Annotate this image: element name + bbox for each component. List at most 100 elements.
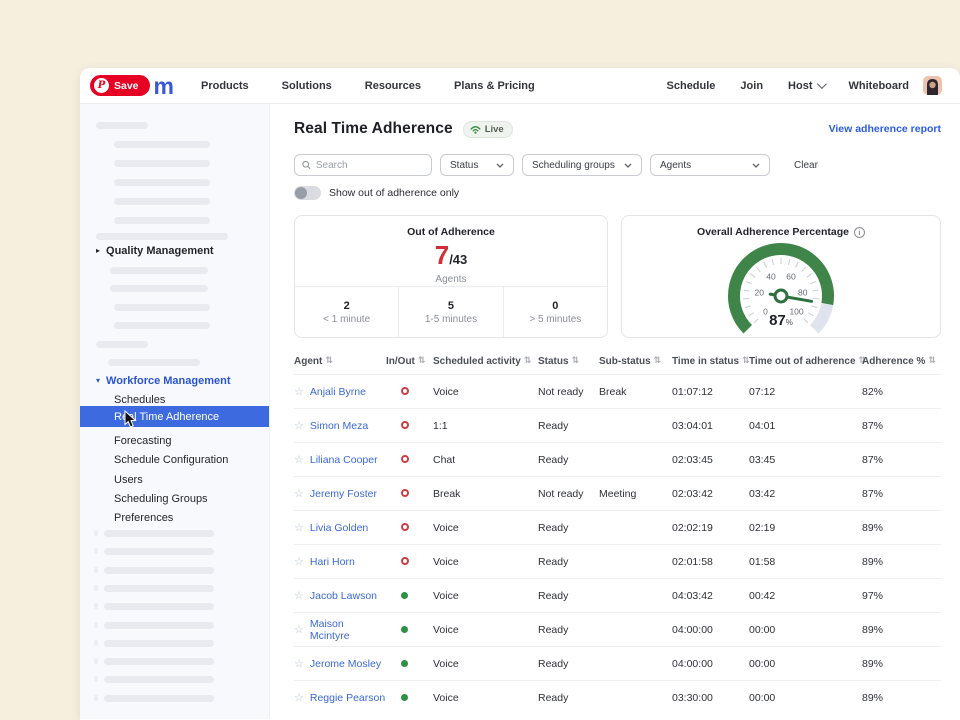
agent-name-link[interactable]: Hari Horn (310, 556, 355, 568)
agent-name-link[interactable]: Maison Mcintyre (310, 618, 386, 642)
time-out-of-adherence-cell: 00:42 (749, 590, 862, 602)
sidebar-item-quality-management[interactable]: ▸ Quality Management (80, 242, 269, 259)
nav-link-join[interactable]: Join (740, 80, 763, 92)
column-header-time-in-status[interactable]: Time in status⇅ (672, 356, 749, 367)
time-out-of-adherence-cell: 00:00 (749, 658, 862, 670)
app-window: P Save m Products Solutions Resources Plans… (80, 68, 960, 720)
sidebar: ▸ Quality Management ▾ Workforce Managem… (80, 104, 270, 719)
sidebar-item-preferences[interactable]: Preferences (80, 509, 269, 526)
nav-link-plans-pricing[interactable]: Plans & Pricing (454, 80, 535, 92)
agent-name-link[interactable]: Anjali Byrne (310, 386, 366, 398)
status-cell: Ready (538, 590, 599, 602)
sidebar-item-users[interactable]: Users (80, 471, 269, 488)
favorite-star-icon[interactable]: ☆ (294, 691, 304, 704)
column-header-in-out[interactable]: In/Out⇅ (386, 356, 433, 367)
skeleton-item (104, 676, 214, 683)
favorite-star-icon[interactable]: ☆ (294, 555, 304, 568)
inout-status-dot-in (401, 626, 408, 633)
scheduled-activity-cell: Voice (433, 624, 538, 636)
nav-link-products[interactable]: Products (201, 80, 249, 92)
agent-name-link[interactable]: Jacob Lawson (310, 590, 377, 602)
status-cell: Ready (538, 522, 599, 534)
inout-status-dot-out (401, 455, 409, 463)
nav-link-host[interactable]: Host (788, 80, 823, 92)
ooa-count: 7 (435, 240, 449, 270)
scheduled-activity-cell: Voice (433, 590, 538, 602)
skeleton-item (104, 567, 214, 574)
inout-status-dot-out (401, 523, 409, 531)
pinterest-save-label: Save (114, 80, 139, 92)
ooa-breakdown-item: 2< 1 minute (295, 287, 398, 337)
nav-link-solutions[interactable]: Solutions (282, 80, 332, 92)
dropdown-agents[interactable]: Agents (650, 154, 770, 176)
dropdown-scheduling-groups[interactable]: Scheduling groups (522, 154, 642, 176)
time-in-status-cell: 03:04:01 (672, 420, 749, 432)
column-header-sub-status[interactable]: Sub-status⇅ (599, 356, 672, 367)
dropdown-status[interactable]: Status (440, 154, 514, 176)
sub-status-cell: Break (599, 386, 672, 398)
scheduled-activity-cell: Voice (433, 556, 538, 568)
inout-status-dot-in (401, 660, 408, 667)
nav-link-schedule[interactable]: Schedule (667, 80, 716, 92)
sub-status-cell: Meeting (599, 488, 672, 500)
column-header-adherence-%[interactable]: Adherence %⇅ (862, 356, 941, 367)
ooa-total: /43 (449, 252, 467, 267)
skeleton-item (110, 285, 208, 292)
favorite-star-icon[interactable]: ☆ (294, 657, 304, 670)
time-in-status-cell: 04:00:00 (672, 624, 749, 636)
favorite-star-icon[interactable]: ☆ (294, 385, 304, 398)
table-row: ☆Jerome MosleyVoiceReady04:00:0000:0089% (294, 646, 941, 680)
favorite-star-icon[interactable]: ☆ (294, 487, 304, 500)
pinterest-save-button[interactable]: P Save (90, 75, 150, 96)
clear-filters-button[interactable]: Clear (794, 160, 818, 171)
time-out-of-adherence-cell: 03:42 (749, 488, 862, 500)
out-of-adherence-toggle[interactable] (294, 186, 321, 200)
search-box[interactable] (294, 154, 432, 176)
search-input[interactable] (316, 160, 424, 171)
monday-logo[interactable]: m (154, 76, 173, 96)
favorite-star-icon[interactable]: ☆ (294, 623, 304, 636)
scheduled-activity-cell: Voice (433, 658, 538, 670)
nav-link-whiteboard[interactable]: Whiteboard (849, 80, 910, 92)
time-out-of-adherence-cell: 00:00 (749, 692, 862, 704)
sidebar-item-workforce-management[interactable]: ▾ Workforce Management (80, 372, 269, 389)
avatar[interactable] (923, 76, 942, 95)
time-out-of-adherence-cell: 02:19 (749, 522, 862, 534)
skeleton-bullet (94, 658, 98, 664)
skeleton-item (108, 359, 200, 366)
nav-link-resources[interactable]: Resources (365, 80, 421, 92)
chevron-down-icon (496, 163, 504, 168)
favorite-star-icon[interactable]: ☆ (294, 419, 304, 432)
chevron-down-icon: ▾ (96, 377, 100, 385)
agent-name-link[interactable]: Liliana Cooper (310, 454, 378, 466)
column-header-status[interactable]: Status⇅ (538, 356, 599, 367)
favorite-star-icon[interactable]: ☆ (294, 521, 304, 534)
ooa-unit: Agents (295, 274, 607, 285)
column-header-agent[interactable]: Agent⇅ (294, 356, 386, 367)
favorite-star-icon[interactable]: ☆ (294, 589, 304, 602)
time-in-status-cell: 02:03:42 (672, 488, 749, 500)
sidebar-item-real-time-adherence[interactable]: Real Time Adherence (80, 406, 269, 427)
sort-icon: ⇅ (654, 356, 662, 366)
skeleton-bullet (94, 603, 98, 609)
agent-name-link[interactable]: Jerome Mosley (310, 658, 381, 670)
agent-name-link[interactable]: Reggie Pearson (310, 692, 385, 704)
skeleton-item (96, 122, 148, 129)
favorite-star-icon[interactable]: ☆ (294, 453, 304, 466)
sort-icon: ⇅ (418, 356, 426, 366)
gauge-tick-label: 20 (755, 288, 765, 298)
chevron-down-icon (752, 163, 760, 168)
column-header-time-out-of-adherence[interactable]: Time out of adherence⇅ (749, 356, 862, 367)
agent-name-link[interactable]: Livia Golden (310, 522, 368, 534)
page-title: Real Time Adherence (294, 120, 453, 138)
adherence-cell: 82% (862, 386, 941, 398)
view-adherence-report-link[interactable]: View adherence report (829, 123, 941, 135)
sidebar-item-scheduling-groups[interactable]: Scheduling Groups (80, 490, 269, 507)
agent-name-link[interactable]: Simon Meza (310, 420, 368, 432)
sidebar-item-schedule-configuration[interactable]: Schedule Configuration (80, 451, 269, 468)
adherence-cell: 89% (862, 692, 941, 704)
sidebar-item-forecasting[interactable]: Forecasting (80, 432, 269, 449)
column-header-scheduled-activity[interactable]: Scheduled activity⇅ (433, 356, 538, 367)
agent-name-link[interactable]: Jeremy Foster (310, 488, 377, 500)
skeleton-bullet (94, 548, 98, 554)
